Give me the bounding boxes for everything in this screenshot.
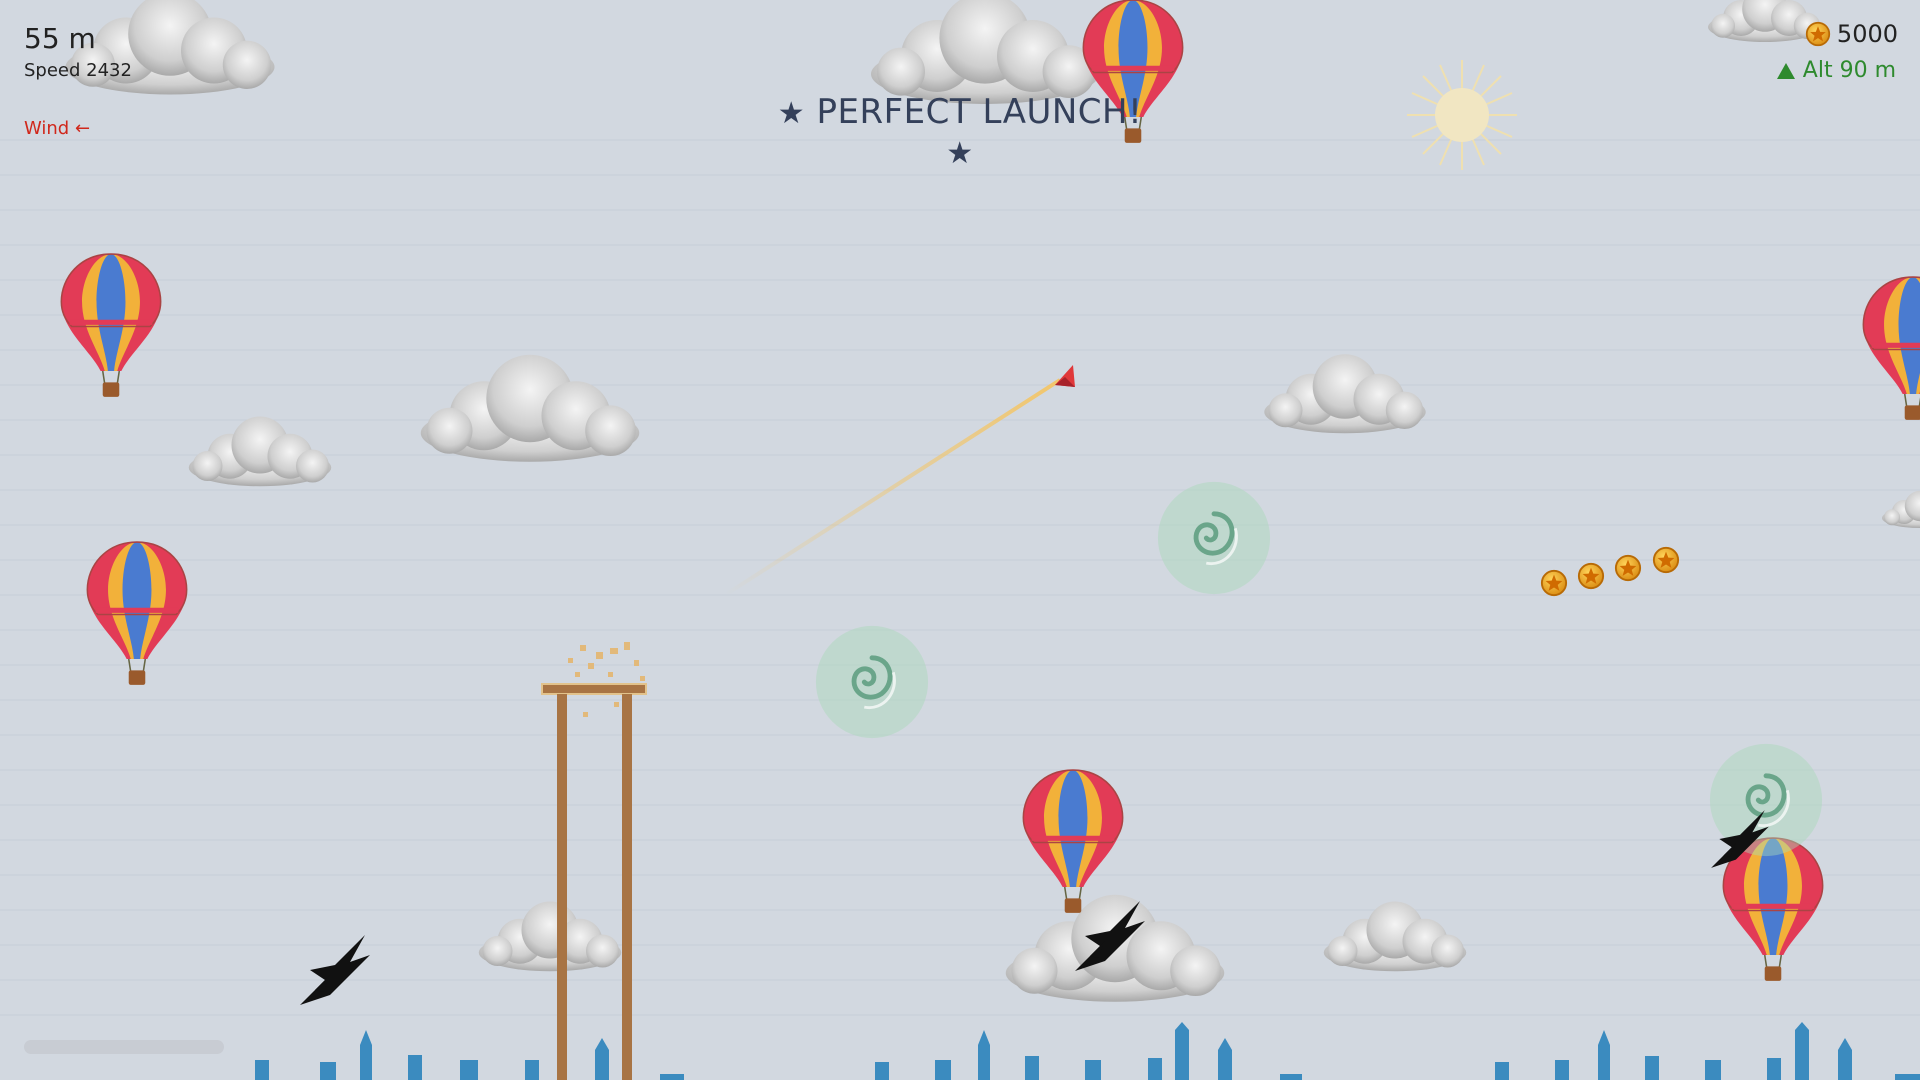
wind-indicator: Wind ← bbox=[24, 118, 91, 139]
up-triangle-icon bbox=[1776, 62, 1795, 79]
star-icon: ★ bbox=[777, 96, 806, 131]
swirl-boost-icon bbox=[816, 626, 928, 738]
coin-icon bbox=[1614, 554, 1642, 582]
progress-bar bbox=[24, 1040, 224, 1054]
altitude-value: Alt 90 m bbox=[1802, 58, 1896, 83]
altitude-readout: Alt 90 m bbox=[1776, 58, 1896, 83]
launch-banner: ★ PERFECT LAUNCH! ★ bbox=[760, 92, 1160, 172]
coin-icon bbox=[1652, 546, 1680, 574]
star-icon: ★ bbox=[946, 136, 974, 171]
game-scene[interactable]: 55 m Speed 2432 Wind ← 5000 Alt 90 m ★ P… bbox=[0, 0, 1920, 1080]
coin-counter: 5000 bbox=[1805, 20, 1898, 48]
coin-count: 5000 bbox=[1836, 20, 1898, 48]
coin-icon bbox=[1577, 562, 1605, 590]
speed-readout: Speed 2432 bbox=[24, 60, 132, 81]
sun-icon bbox=[1407, 60, 1517, 170]
distance-readout: 55 m bbox=[24, 22, 96, 55]
coin-icon bbox=[1540, 569, 1568, 597]
coin-icon bbox=[1805, 21, 1831, 47]
swirl-boost-icon bbox=[1158, 482, 1270, 594]
banner-text: PERFECT LAUNCH! bbox=[816, 92, 1143, 132]
